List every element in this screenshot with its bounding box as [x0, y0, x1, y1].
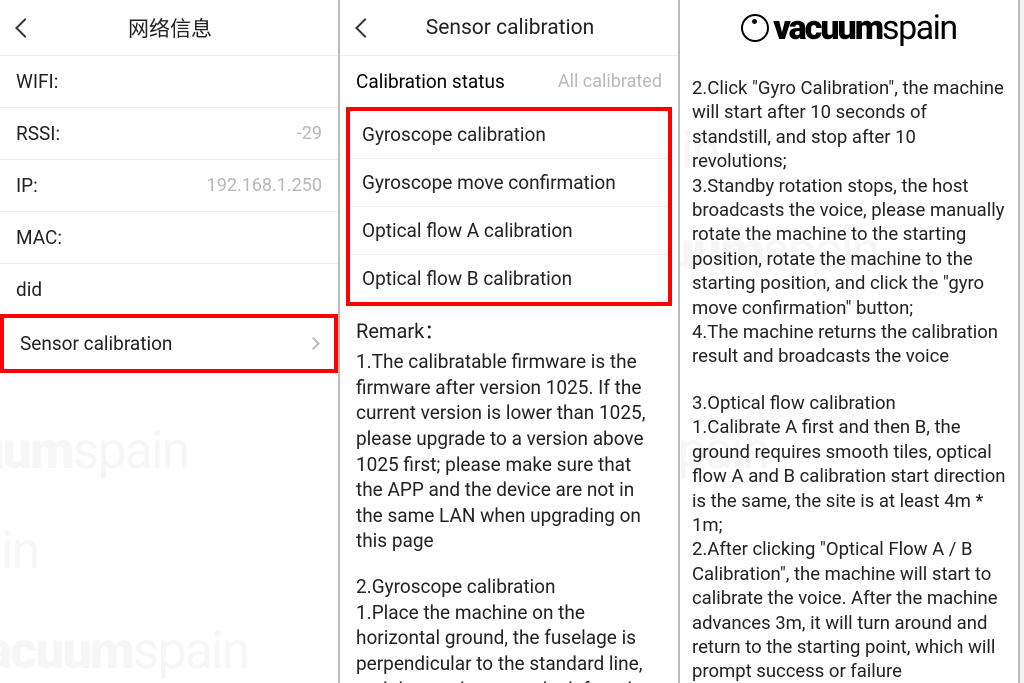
brand-icon [741, 14, 769, 42]
calibration-status-label: Calibration status [356, 70, 505, 93]
remark-block: Remark： 1.The calibratable firmware is t… [340, 306, 678, 683]
remark-p2a: 2.Gyroscope calibration [356, 574, 662, 600]
back-icon[interactable] [15, 18, 35, 38]
brand-header: vacuumspain [680, 0, 1018, 56]
instructions-body: 2.Click "Gyro Calibration", the machine … [680, 56, 1018, 683]
rssi-row[interactable]: RSSI: -29 [0, 108, 338, 160]
mac-label: MAC: [16, 226, 62, 249]
instr-p4b: 1.Calibrate A first and then B, the grou… [692, 415, 1006, 537]
remark-p2b: 1.Place the machine on the horizontal gr… [356, 600, 662, 683]
instr-p4a: 3.Optical flow calibration [692, 391, 1006, 415]
header: Sensor calibration [340, 0, 678, 56]
sensor-calibration-screen: Sensor calibration Calibration status Al… [340, 0, 680, 683]
instr-p5: 2.After clicking "Optical Flow A / B Cal… [692, 537, 1006, 683]
network-info-screen: vacuumspain vacuumspain vacuumspain 网络信息… [0, 0, 340, 683]
page-title: Sensor calibration [392, 16, 628, 40]
gyroscope-move-confirmation-item[interactable]: Gyroscope move confirmation [350, 159, 668, 207]
sensor-calibration-label: Sensor calibration [20, 332, 172, 355]
optical-flow-b-item[interactable]: Optical flow B calibration [350, 255, 668, 302]
brand-light: spain [882, 8, 957, 48]
ip-value: 192.168.1.250 [207, 175, 322, 196]
header: 网络信息 [0, 0, 338, 56]
calibration-items-highlight: Gyroscope calibration Gyroscope move con… [346, 107, 672, 306]
calibration-status-row: Calibration status All calibrated [340, 56, 678, 107]
ip-label: IP: [16, 174, 38, 197]
gyroscope-calibration-item[interactable]: Gyroscope calibration [350, 111, 668, 159]
back-icon[interactable] [355, 18, 375, 38]
instr-p2: 3.Standby rotation stops, the host broad… [692, 174, 1006, 320]
remark-title: Remark： [356, 318, 662, 345]
chevron-right-icon [307, 337, 320, 350]
instr-p1: 2.Click "Gyro Calibration", the machine … [692, 76, 1006, 174]
wifi-row[interactable]: WIFI: [0, 56, 338, 108]
did-label: did [16, 278, 42, 301]
sensor-calibration-row[interactable]: Sensor calibration [0, 314, 338, 373]
wifi-label: WIFI: [16, 70, 58, 93]
instructions-screen: vacuumspain vacuumspain vacuumspain vacu… [680, 0, 1020, 683]
remark-p1: 1.The calibratable firmware is the firmw… [356, 349, 662, 554]
page-title: 网络信息 [52, 13, 288, 43]
brand-bold: vacuum [773, 8, 882, 48]
instr-p3: 4.The machine returns the calibration re… [692, 320, 1006, 369]
rssi-value: -29 [297, 123, 322, 144]
mac-row[interactable]: MAC: [0, 212, 338, 264]
ip-row[interactable]: IP: 192.168.1.250 [0, 160, 338, 212]
calibration-status-value: All calibrated [558, 71, 662, 92]
optical-flow-a-item[interactable]: Optical flow A calibration [350, 207, 668, 255]
network-list: WIFI: RSSI: -29 IP: 192.168.1.250 MAC: d… [0, 56, 338, 373]
rssi-label: RSSI: [16, 122, 60, 145]
did-row[interactable]: did [0, 264, 338, 316]
brand-logo: vacuumspain [741, 8, 956, 48]
